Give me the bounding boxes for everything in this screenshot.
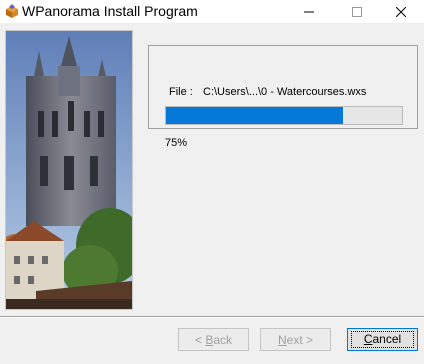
current-file-path: C:\Users\...\0 - Watercourses.wxs bbox=[203, 86, 367, 98]
cancel-button[interactable]: Cancel bbox=[347, 328, 418, 351]
back-button[interactable]: < Back bbox=[178, 328, 249, 351]
next-button[interactable]: Next > bbox=[260, 328, 331, 351]
back-button-label: < Back bbox=[194, 332, 233, 347]
cathedral-photo bbox=[5, 30, 133, 310]
progress-group: File : C:\Users\...\0 - Watercourses.wxs… bbox=[148, 45, 418, 149]
installer-body: File : C:\Users\...\0 - Watercourses.wxs… bbox=[0, 23, 424, 364]
cancel-button-label: Cancel bbox=[350, 331, 415, 348]
close-icon bbox=[396, 6, 406, 17]
window-title: WPanorama Install Program bbox=[22, 3, 198, 19]
footer-separator bbox=[0, 316, 424, 318]
progress-percent: 75% bbox=[165, 137, 188, 149]
progress-bar bbox=[165, 106, 403, 125]
progress-bar-fill bbox=[166, 107, 343, 124]
next-button-label: Next > bbox=[277, 332, 314, 347]
close-button[interactable] bbox=[378, 0, 424, 23]
minimize-button[interactable] bbox=[286, 0, 332, 23]
file-label: File : bbox=[169, 86, 193, 98]
installer-box-icon bbox=[4, 3, 20, 19]
maximize-button[interactable] bbox=[334, 0, 380, 23]
title-bar[interactable]: WPanorama Install Program bbox=[0, 0, 424, 23]
minimize-icon bbox=[304, 11, 314, 12]
maximize-icon bbox=[352, 6, 362, 17]
